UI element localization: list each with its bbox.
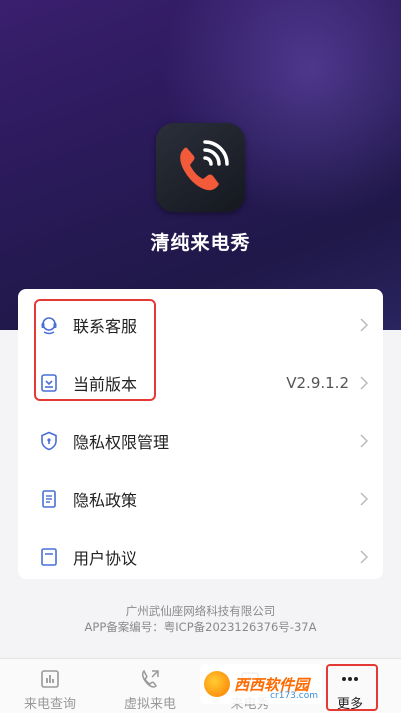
tab-virtual-call[interactable]: 虚拟来电 xyxy=(100,659,200,713)
tab-call-lookup[interactable]: 来电查询 xyxy=(0,659,100,713)
chevron-right-icon xyxy=(360,550,369,564)
document-icon xyxy=(42,490,56,508)
chart-icon xyxy=(41,670,59,688)
annotation-highlight-box xyxy=(326,664,378,711)
settings-card: 联系客服 当前版本 V2.9.1.2 隐私权限管理 隐私政策 用户协议 xyxy=(18,289,383,579)
menu-item-label: 隐私政策 xyxy=(73,491,138,510)
chevron-right-icon xyxy=(360,434,369,448)
company-name: 广州武仙座网络科技有限公司 xyxy=(125,604,276,618)
app-name: 清纯来电秀 xyxy=(150,232,251,254)
chevron-right-icon xyxy=(360,376,369,390)
app-logo xyxy=(156,123,245,212)
phone-ringing-icon xyxy=(179,139,229,190)
phone-call-icon xyxy=(141,669,159,688)
agreement-icon xyxy=(41,548,57,566)
menu-item-privacy-permissions[interactable]: 隐私权限管理 xyxy=(18,412,383,470)
header-banner: 清纯来电秀 xyxy=(0,0,401,330)
tab-label: 来电查询 xyxy=(23,697,76,712)
menu-item-label: 用户协议 xyxy=(73,549,138,568)
watermark-logo-icon xyxy=(204,671,230,697)
tab-label: 虚拟来电 xyxy=(123,697,176,712)
watermark-url: cr173.com xyxy=(270,691,318,701)
shield-icon xyxy=(41,431,57,451)
chevron-right-icon xyxy=(360,318,369,332)
menu-item-user-agreement[interactable]: 用户协议 xyxy=(18,528,383,579)
menu-item-privacy-policy[interactable]: 隐私政策 xyxy=(18,470,383,528)
annotation-highlight-box xyxy=(34,299,156,401)
company-info: 广州武仙座网络科技有限公司 APP备案编号：粤ICP备2023126376号-3… xyxy=(0,603,401,635)
icp-number: APP备案编号：粤ICP备2023126376号-37A xyxy=(84,620,317,634)
version-number: V2.9.1.2 xyxy=(286,374,349,392)
watermark: 西西软件园 cr173.com xyxy=(200,664,322,704)
chevron-right-icon xyxy=(360,492,369,506)
menu-item-label: 隐私权限管理 xyxy=(73,433,170,452)
